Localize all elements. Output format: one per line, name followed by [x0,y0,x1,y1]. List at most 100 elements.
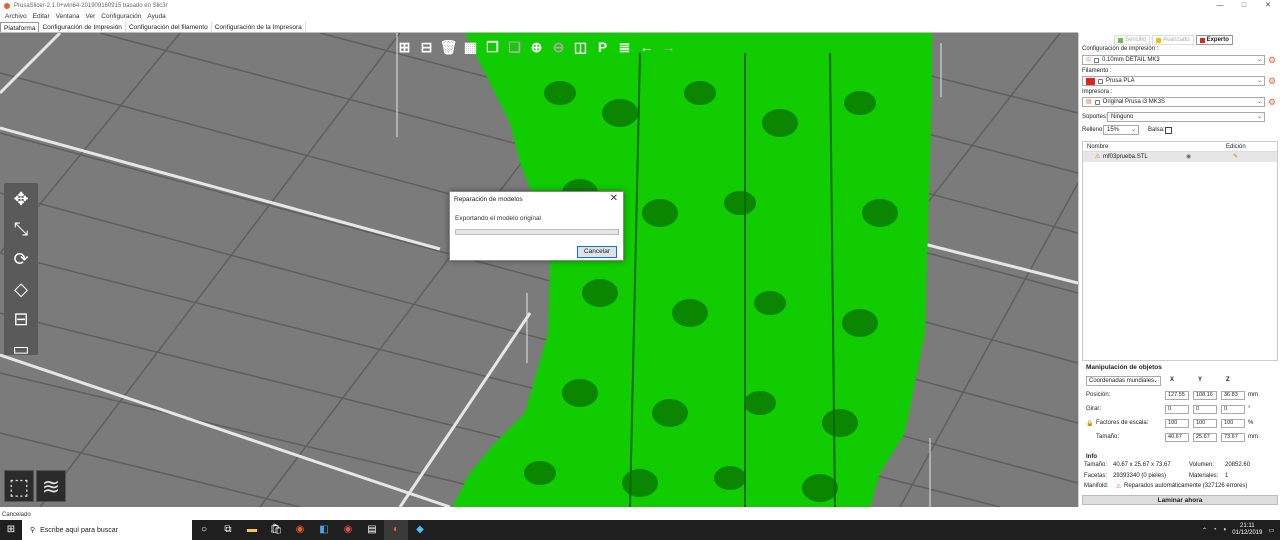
rotate-y[interactable]: 0 [1193,405,1217,414]
minimize-icon[interactable]: — [1208,0,1232,11]
tab-printer-settings[interactable]: Configuración de la Impresora [212,22,306,32]
remove-instance-icon[interactable]: ⊖ [549,38,568,57]
rotate-x[interactable]: 0 [1165,405,1189,414]
object-list-header: Nombre Edición [1083,142,1277,152]
eye-icon[interactable]: ◉ [1186,152,1191,162]
app-icon-gray[interactable]: ▤ [360,520,384,540]
size-x[interactable]: 40.67 [1165,433,1189,442]
chrome-icon[interactable]: ◉ [288,520,312,540]
rotate-icon[interactable]: ⟳ [7,246,35,272]
print-settings-combo[interactable]: ⊙ 0.10mm DETAIL MK3 ⌄ [1082,55,1265,65]
app-icon-red[interactable]: ◉ [336,520,360,540]
mode-simple[interactable]: Sencillo [1114,35,1151,45]
delete-all-icon[interactable]: 🗑 [439,38,458,57]
mode-advanced[interactable]: Avanzado [1152,35,1194,45]
redo-icon[interactable]: → [659,38,678,57]
info-size-value: 40.67 x 25.67 x 73.67 [1113,462,1171,468]
position-y[interactable]: 108.16 [1193,391,1217,400]
printer-gear-icon[interactable]: ⚙ [1268,97,1276,107]
file-explorer-icon[interactable]: ▬ [240,520,264,540]
copy-icon[interactable]: ❐ [483,38,502,57]
coordinates-combo[interactable]: Coordenadas mundiales ⌄ [1086,376,1161,386]
chevron-down-icon: ⌄ [1256,114,1262,120]
close-icon[interactable]: ✕ [1256,0,1280,11]
add-icon[interactable]: ⊞ [395,38,414,57]
preview-layers-icon[interactable]: ≋ [36,470,66,502]
taskbar-search[interactable]: ⚲ Escribe aquí para buscar [22,520,192,540]
size-label: Tamaño: [1096,434,1120,440]
brim-checkbox[interactable] [1165,127,1172,134]
size-z[interactable]: 73.67 [1221,433,1245,442]
clock[interactable]: 21:11 01/12/2019 [1232,523,1262,537]
maximize-icon[interactable]: □ [1232,0,1256,11]
mode-expert[interactable]: Experto [1195,35,1233,45]
filament-gear-icon[interactable]: ⚙ [1268,76,1276,86]
app-icon-blue[interactable]: ◧ [312,520,336,540]
tab-plataforma[interactable]: Plataforma [0,22,40,32]
3d-view-icon[interactable]: ⬚ [4,470,34,502]
scale-lock-icon[interactable]: 🔒 [1086,420,1093,427]
prusaslicer-taskbar-icon[interactable]: ◐ [384,520,408,540]
split-objects-icon[interactable]: ◫ [571,38,590,57]
menu-ayuda[interactable]: Ayuda [147,13,165,20]
notifications-icon[interactable]: ▭ [1268,527,1274,534]
app-icon-cyan[interactable]: ◆ [408,520,432,540]
store-icon[interactable]: 🛍 [264,520,288,540]
rotate-label: Girar: [1086,406,1101,412]
scale-x[interactable]: 100 [1165,419,1189,428]
slice-now-button[interactable]: Laminar ahora [1082,495,1278,505]
object-row[interactable]: ⚠ mf03prueba.STL ◉ ✎ [1083,152,1277,162]
info-facets-label: Facetas: [1084,473,1108,479]
menu-configuracion[interactable]: Configuración [101,13,141,20]
filament-color-swatch[interactable] [1086,77,1095,85]
rotate-z[interactable]: 0 [1221,405,1245,414]
move-icon[interactable]: ✥ [7,186,35,212]
tab-print-settings[interactable]: Configuración de Impresión [39,22,126,32]
delete-icon[interactable]: ⊟ [417,38,436,57]
printer-combo[interactable]: ▤ Original Prusa i3 MK3S ⌄ [1082,97,1265,107]
print-settings-gear-icon[interactable]: ⚙ [1268,55,1276,65]
coordinates-value: Coordenadas mundiales [1089,378,1155,384]
menu-ventana[interactable]: Ventana [56,13,80,20]
menu-ver[interactable]: Ver [86,13,96,20]
scale-y[interactable]: 100 [1193,419,1217,428]
3d-viewport[interactable]: ⊞ ⊟ 🗑 ▦ ❐ ❏ ⊕ ⊖ ◫ P ≣ ← → ✥ ⤡ ⟳ ◇ ⊟ ▭ ⬚ … [0,33,1078,507]
tab-filament-settings[interactable]: Configuración del filamento [126,22,212,32]
position-x[interactable]: 127.55 [1165,391,1189,400]
search-placeholder: Escribe aquí para buscar [40,526,118,534]
mode-advanced-label: Avanzado [1163,37,1190,43]
support-points-icon[interactable]: ▭ [7,336,35,362]
infill-combo[interactable]: 15% ⌄ [1103,125,1139,135]
menu-bar: Archivo Editar Ventana Ver Configuración… [0,11,169,21]
tray-chevron-icon[interactable]: ⌃ [1202,527,1207,534]
edit-icon[interactable]: ✎ [1233,152,1238,162]
network-icon[interactable]: ◔ [1213,527,1217,533]
cancel-button[interactable]: Cancelar [577,246,617,258]
windows-start-icon[interactable]: ⊞ [0,520,22,540]
position-z[interactable]: 36.83 [1221,391,1245,400]
split-parts-icon[interactable]: P [593,38,612,57]
mode-expert-label: Experto [1206,37,1229,43]
infill-value: 15% [1107,127,1120,133]
task-view-icon[interactable]: ⧉ [216,520,240,540]
supports-combo[interactable]: Ninguno ⌄ [1107,112,1265,122]
filament-combo[interactable]: Prusa PLA ⌄ [1082,76,1265,86]
warning-icon: ⚠ [1095,154,1101,160]
menu-archivo[interactable]: Archivo [5,13,27,20]
dialog-close-icon[interactable]: ✕ [610,193,618,204]
arrange-icon[interactable]: ▦ [461,38,480,57]
add-instance-icon[interactable]: ⊕ [527,38,546,57]
menu-editar[interactable]: Editar [33,13,50,20]
layers-editing-icon[interactable]: ≣ [615,38,634,57]
size-y[interactable]: 25.67 [1193,433,1217,442]
cut-icon[interactable]: ⊟ [7,306,35,332]
volume-icon[interactable]: ◑ [1223,527,1227,533]
scale-z[interactable]: 100 [1221,419,1245,428]
place-on-face-icon[interactable]: ◇ [7,276,35,302]
undo-icon[interactable]: ← [637,38,656,57]
scale-icon[interactable]: ⤡ [7,216,35,242]
cortana-icon[interactable]: ○ [192,520,216,540]
paste-icon[interactable]: ❏ [505,38,524,57]
status-bar: Cancelado [2,512,31,518]
size-unit: mm [1248,434,1258,440]
